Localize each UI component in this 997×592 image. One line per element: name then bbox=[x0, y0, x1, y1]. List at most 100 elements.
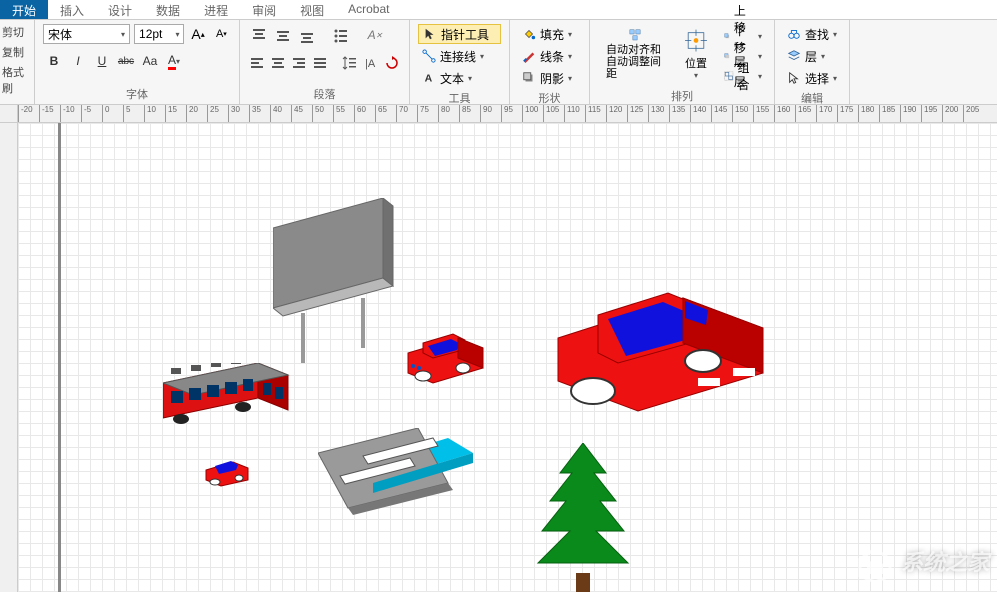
shape-group: 填充▾ 线条▾ 阴影▾ 形状 bbox=[510, 20, 590, 104]
ruler-tick: 45 bbox=[291, 105, 303, 122]
align-middle-button[interactable] bbox=[272, 24, 294, 46]
font-size-select[interactable]: 12pt ▾ bbox=[134, 24, 184, 44]
select-button[interactable]: 选择▾ bbox=[783, 68, 841, 88]
chevron-down-icon: ▾ bbox=[821, 52, 825, 61]
rotate-text-button[interactable] bbox=[382, 52, 401, 74]
ribbon: 宋体 ▾ 12pt ▾ A▴ A▾ B I U abc Aa A▾ 字体 bbox=[0, 20, 997, 105]
ruler-tick: 40 bbox=[270, 105, 282, 122]
shape-road-crossing[interactable] bbox=[318, 428, 478, 538]
ruler-tick: 160 bbox=[774, 105, 790, 122]
bold-button[interactable]: B bbox=[43, 50, 65, 72]
shape-car-large[interactable] bbox=[548, 283, 778, 413]
ruler-tick: 130 bbox=[648, 105, 664, 122]
ruler-tick: 50 bbox=[312, 105, 324, 122]
line-button[interactable]: 线条▾ bbox=[518, 46, 581, 66]
edit-group-label: 编辑 bbox=[783, 88, 841, 106]
line-spacing-button[interactable] bbox=[340, 52, 359, 74]
clipboard-group: 剪切 复制 格式刷 bbox=[0, 20, 35, 105]
shape-bus[interactable] bbox=[163, 363, 303, 433]
tab-data[interactable]: 数据 bbox=[144, 0, 192, 19]
find-button[interactable]: 查找▾ bbox=[783, 24, 841, 44]
tab-home[interactable]: 开始 bbox=[0, 0, 48, 19]
text-direction-button[interactable]: |A bbox=[361, 52, 380, 74]
tab-view[interactable]: 视图 bbox=[288, 0, 336, 19]
shape-billboard[interactable] bbox=[273, 198, 423, 368]
align-bottom-button[interactable] bbox=[296, 24, 318, 46]
shape-car-medium[interactable] bbox=[403, 328, 498, 388]
strikethrough-button[interactable]: abc bbox=[115, 50, 137, 72]
connector-tool-button[interactable]: 连接线 ▾ bbox=[418, 46, 501, 66]
ruler-tick: 75 bbox=[417, 105, 429, 122]
align-distribute-icon bbox=[619, 28, 651, 42]
ruler-tick: 170 bbox=[816, 105, 832, 122]
vertical-ruler[interactable] bbox=[0, 123, 18, 592]
fill-label: 填充 bbox=[540, 26, 564, 43]
shape-group-label: 形状 bbox=[518, 88, 581, 106]
pointer-tool-button[interactable]: 指针工具 bbox=[418, 24, 501, 44]
ruler-tick: 65 bbox=[375, 105, 387, 122]
fill-button[interactable]: 填充▾ bbox=[518, 24, 581, 44]
italic-button[interactable]: I bbox=[67, 50, 89, 72]
connector-tool-label: 连接线 bbox=[440, 48, 476, 65]
arrange-group-label: 排列 bbox=[598, 86, 766, 104]
watermark-logo-icon bbox=[855, 544, 895, 584]
arrange-group: 自动对齐和自动调整间距 位置 ▾ 上移一层▾ 下移一层▾ 组合▾ bbox=[590, 20, 775, 104]
ruler-tick: 120 bbox=[606, 105, 622, 122]
tab-design[interactable]: 设计 bbox=[96, 0, 144, 19]
align-left-button[interactable] bbox=[248, 52, 267, 74]
ruler-tick: 140 bbox=[690, 105, 706, 122]
format-painter-button[interactable]: 格式刷 bbox=[2, 64, 32, 96]
shape-car-tiny[interactable] bbox=[203, 458, 258, 488]
drawing-canvas[interactable]: 系统之家 bbox=[18, 123, 997, 592]
increase-font-button[interactable]: A▴ bbox=[188, 24, 207, 44]
chevron-down-icon: ▾ bbox=[758, 52, 762, 61]
bullets-button[interactable] bbox=[330, 24, 352, 46]
ruler-tick: 200 bbox=[942, 105, 958, 122]
change-case-button[interactable]: Aa bbox=[139, 50, 161, 72]
bring-forward-icon bbox=[724, 29, 730, 43]
layer-button[interactable]: 层▾ bbox=[783, 46, 841, 66]
align-center-button[interactable] bbox=[269, 52, 288, 74]
shape-pine-tree[interactable] bbox=[528, 443, 638, 592]
ruler-tick: 105 bbox=[543, 105, 559, 122]
justify-button[interactable] bbox=[311, 52, 330, 74]
ruler-tick: 0 bbox=[102, 105, 109, 122]
tab-insert[interactable]: 插入 bbox=[48, 0, 96, 19]
ruler-tick: 55 bbox=[333, 105, 345, 122]
paragraph-group-label: 段落 bbox=[248, 84, 401, 102]
group-button[interactable]: 组合▾ bbox=[720, 66, 766, 86]
clear-format-button[interactable]: A✕ bbox=[364, 24, 386, 46]
text-tool-button[interactable]: A 文本 ▾ bbox=[418, 68, 501, 88]
svg-text:|A: |A bbox=[365, 58, 376, 70]
align-top-button[interactable] bbox=[248, 24, 270, 46]
font-name-select[interactable]: 宋体 ▾ bbox=[43, 24, 130, 44]
tab-process[interactable]: 进程 bbox=[192, 0, 240, 19]
auto-align-button[interactable]: 自动对齐和自动调整间距 bbox=[598, 24, 672, 84]
layer-icon bbox=[787, 49, 801, 63]
decrease-font-button[interactable]: A▾ bbox=[212, 24, 231, 44]
cut-button[interactable]: 剪切 bbox=[2, 24, 32, 40]
ruler-tick: 90 bbox=[480, 105, 492, 122]
font-group-label: 字体 bbox=[43, 84, 231, 102]
watermark: 系统之家 bbox=[855, 544, 989, 584]
tab-review[interactable]: 审阅 bbox=[240, 0, 288, 19]
font-size-value: 12pt bbox=[139, 27, 162, 41]
select-icon bbox=[787, 71, 801, 85]
copy-button[interactable]: 复制 bbox=[2, 44, 32, 60]
align-right-button[interactable] bbox=[290, 52, 309, 74]
underline-button[interactable]: U bbox=[91, 50, 113, 72]
font-color-button[interactable]: A▾ bbox=[163, 50, 185, 72]
canvas-wrap: 系统之家 bbox=[0, 123, 997, 592]
tab-acrobat[interactable]: Acrobat bbox=[336, 0, 401, 19]
select-label: 选择 bbox=[805, 70, 829, 87]
ruler-tick: 25 bbox=[207, 105, 219, 122]
ruler-tick: 95 bbox=[501, 105, 513, 122]
ruler-tick: 20 bbox=[186, 105, 198, 122]
shadow-button[interactable]: 阴影▾ bbox=[518, 68, 581, 88]
horizontal-ruler[interactable]: -20-15-10-505101520253035404550556065707… bbox=[18, 105, 997, 122]
paragraph-group: A✕ |A 段落 bbox=[240, 20, 410, 104]
ruler-tick: 100 bbox=[522, 105, 538, 122]
connector-icon bbox=[422, 49, 436, 63]
ruler-tick: 185 bbox=[879, 105, 895, 122]
position-button[interactable]: 位置 ▾ bbox=[672, 24, 720, 84]
